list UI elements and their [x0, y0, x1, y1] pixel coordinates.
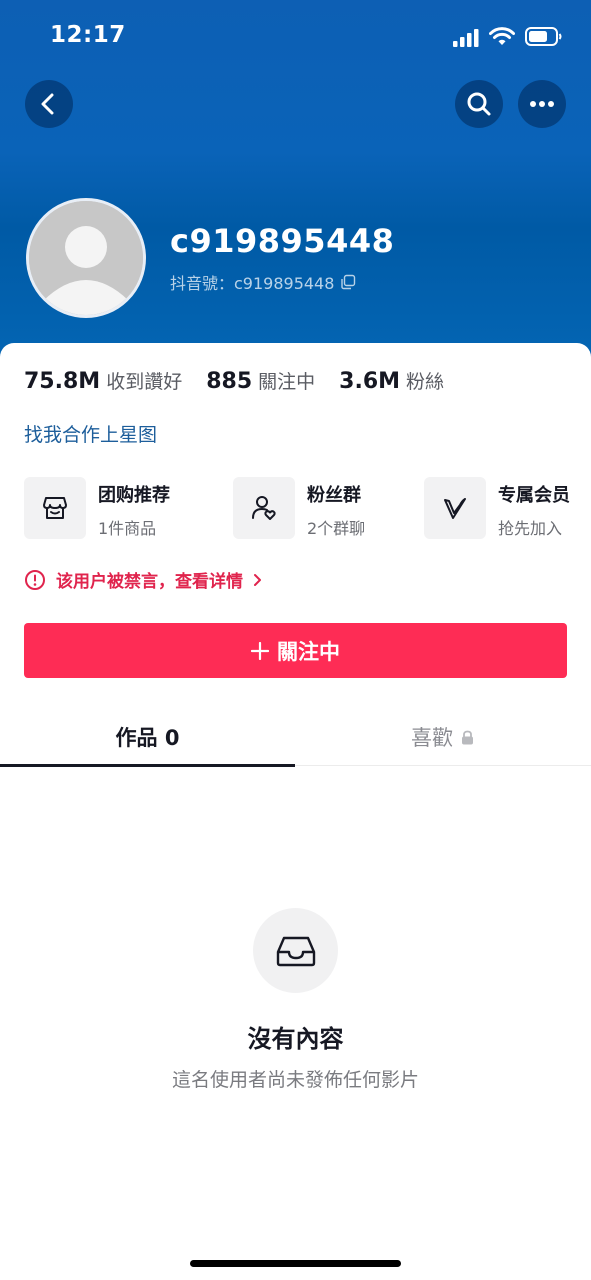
status-time: 12:17 [50, 22, 126, 48]
inbox-icon [276, 936, 315, 966]
more-horizontal-icon [530, 101, 554, 107]
feature-fan-group-title: 粉丝群 [307, 485, 361, 506]
star-map-link[interactable]: 找我合作上星图 [24, 420, 157, 447]
chevron-left-icon [41, 93, 54, 115]
profile-header: 12:17 c919895448 抖音號：c919895448 [0, 0, 591, 380]
avatar[interactable] [26, 198, 146, 318]
feature-membership-subtitle: 抢先加入 [498, 519, 563, 538]
stat-following-label: 關注中 [258, 371, 316, 393]
store-icon [43, 497, 67, 519]
follow-button[interactable]: 關注中 [24, 623, 567, 678]
status-bar: 12:17 [0, 0, 591, 76]
chevron-right-icon [254, 573, 261, 586]
feature-fan-group[interactable]: 粉丝群 2个群聊 [233, 477, 365, 541]
feature-membership-icon-box [424, 477, 486, 539]
feature-group-buy-icon-box [24, 477, 86, 539]
status-icons [453, 25, 563, 51]
empty-state-icon [253, 908, 338, 993]
profile-content: 75.8M 收到讚好 885 關注中 3.6M 粉絲 找我合作上星图 团购推荐 … [0, 343, 591, 1280]
tab-likes[interactable]: 喜歡 [295, 708, 590, 766]
v-member-icon [444, 498, 466, 519]
stat-following-value: 885 [206, 369, 253, 394]
empty-state-title: 沒有內容 [247, 1025, 344, 1053]
search-button[interactable] [455, 80, 503, 128]
profile-tabs: 作品 0 喜歡 [0, 708, 591, 767]
profile-stats: 75.8M 收到讚好 885 關注中 3.6M 粉絲 [24, 367, 468, 394]
feature-fan-group-icon-box [233, 477, 295, 539]
feature-group-buy-subtitle: 1件商品 [98, 519, 157, 538]
plus-icon [251, 641, 269, 660]
feature-group-buy-title: 团购推荐 [98, 485, 170, 506]
ban-notice[interactable]: 该用户被禁言，查看详情 [24, 567, 263, 592]
search-icon [467, 92, 491, 116]
stat-followers[interactable]: 3.6M 粉絲 [339, 367, 444, 394]
empty-state-subtitle: 這名使用者尚未發佈任何影片 [171, 1069, 419, 1091]
stat-likes-value: 75.8M [24, 369, 101, 394]
feature-fan-group-subtitle: 2个群聊 [307, 519, 366, 538]
stat-likes-label: 收到讚好 [106, 371, 183, 393]
lock-icon [462, 730, 473, 744]
home-indicator [190, 1260, 401, 1267]
warning-circle-icon [25, 569, 45, 590]
default-avatar-icon [29, 201, 143, 315]
ban-notice-text: 该用户被禁言，查看详情 [56, 572, 243, 592]
feature-membership-title: 专属会员 [498, 485, 570, 506]
stat-followers-label: 粉絲 [406, 371, 445, 393]
cellular-signal-icon [453, 29, 479, 47]
feature-cards: 团购推荐 1件商品 粉丝群 2个群聊 专属会员 抢先加入 [24, 477, 591, 541]
feature-membership[interactable]: 专属会员 抢先加入 [424, 477, 570, 541]
back-button[interactable] [25, 80, 73, 128]
user-heart-icon [252, 496, 276, 520]
tab-likes-label: 喜歡 [411, 726, 453, 750]
copy-icon[interactable] [340, 274, 356, 290]
stat-likes[interactable]: 75.8M 收到讚好 [24, 367, 182, 394]
stat-followers-value: 3.6M [339, 369, 401, 394]
douyin-id-text: 抖音號：c919895448 [170, 274, 335, 293]
follow-button-label: 關注中 [277, 639, 340, 664]
more-button[interactable] [518, 80, 566, 128]
douyin-id[interactable]: 抖音號：c919895448 [170, 270, 356, 294]
stat-following[interactable]: 885 關注中 [206, 367, 315, 394]
battery-icon [525, 27, 562, 46]
tab-works[interactable]: 作品 0 [0, 708, 295, 767]
username: c919895448 [170, 222, 395, 260]
wifi-icon [489, 27, 515, 45]
feature-group-buy[interactable]: 团购推荐 1件商品 [24, 477, 170, 541]
tab-works-label: 作品 0 [115, 726, 180, 750]
